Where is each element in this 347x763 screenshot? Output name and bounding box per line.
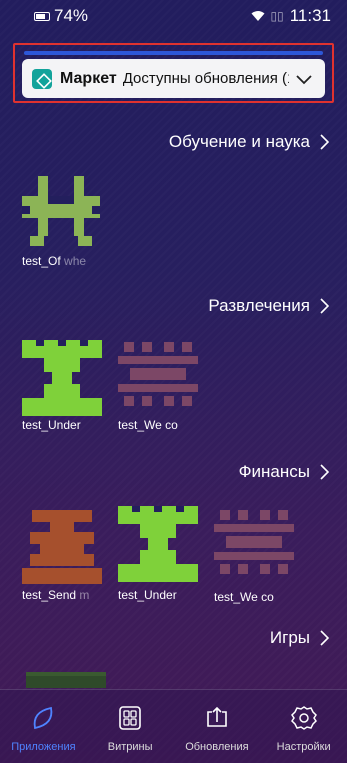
status-right: ▯▯ 11:31 [251,6,331,26]
chevron-right-icon [320,464,329,480]
section-title-games[interactable]: Игры [270,628,329,648]
nav-showcases[interactable]: Витрины [87,690,173,753]
battery-indicator: 74% [34,6,88,26]
app-icon-test-we-co-magenta [214,510,294,574]
app-tile[interactable]: test_Under [118,504,210,614]
app-icon-test-under-green [22,340,102,416]
app-label: test_Under [22,418,81,432]
battery-level: 74% [54,6,89,25]
chevron-right-icon [320,298,329,314]
nav-updates[interactable]: Обновления [174,690,260,753]
showcase-grid-icon [119,706,141,730]
app-label: test_Send m [22,588,90,602]
app-tile[interactable]: test_Under [22,340,114,450]
app-tile[interactable]: test_We co [118,340,210,450]
notification-message: Доступны обновления (1 [122,70,289,87]
notification-title: Маркет [60,69,117,87]
app-tile[interactable]: test_Send m [22,510,114,620]
app-icon-test-of-where [22,176,100,246]
section-title-entertainment[interactable]: Развлечения [208,296,329,316]
nav-label: Приложения [11,741,76,753]
app-icon-test-send-orange [22,510,102,584]
chevron-right-icon [320,630,329,646]
app-label: test_Of whe [22,254,87,268]
section-title-label: Финансы [238,462,310,481]
status-bar: 74% ▯▯ 11:31 [0,0,347,40]
update-upload-icon [207,706,227,727]
sim-icon: ▯▯ [270,9,284,23]
section-title-label: Обучение и наука [168,132,310,151]
nav-settings[interactable]: Настройки [261,690,347,753]
nav-label: Настройки [276,741,331,753]
settings-gear-icon [290,706,317,730]
nav-label: Обновления [185,741,249,753]
chevron-right-icon [320,134,329,150]
section-title-label: Развлечения [208,296,310,315]
market-app-icon [32,68,52,89]
section-title-education[interactable]: Обучение и наука [169,132,329,152]
app-icon-test-under-green [118,506,198,582]
app-label: test_Under [118,588,177,602]
app-tile[interactable]: test_Of whe [22,176,114,286]
clock: 11:31 [289,6,331,25]
app-label: test_We co [214,590,274,604]
nav-apps[interactable]: Приложения [0,690,86,753]
app-label: test_We co [118,418,178,432]
wifi-icon [251,11,264,21]
notification-progress-bar [24,51,323,55]
battery-icon [34,11,50,21]
market-update-notification[interactable]: Маркет Доступны обновления (1 [13,43,334,103]
nav-label: Витрины [107,741,153,753]
section-title-label: Игры [269,628,310,647]
bottom-navigation: Приложения Витрины Обновления Настройки [0,689,347,763]
app-icon-test-we-co-magenta [118,342,198,406]
app-tile[interactable]: test_We co [214,508,306,618]
partial-app-icon [26,672,106,688]
section-title-finance[interactable]: Финансы [239,462,329,482]
apps-leaf-icon [34,706,53,730]
notification-card[interactable]: Маркет Доступны обновления (1 [22,59,325,98]
chevron-down-icon[interactable] [293,68,315,90]
